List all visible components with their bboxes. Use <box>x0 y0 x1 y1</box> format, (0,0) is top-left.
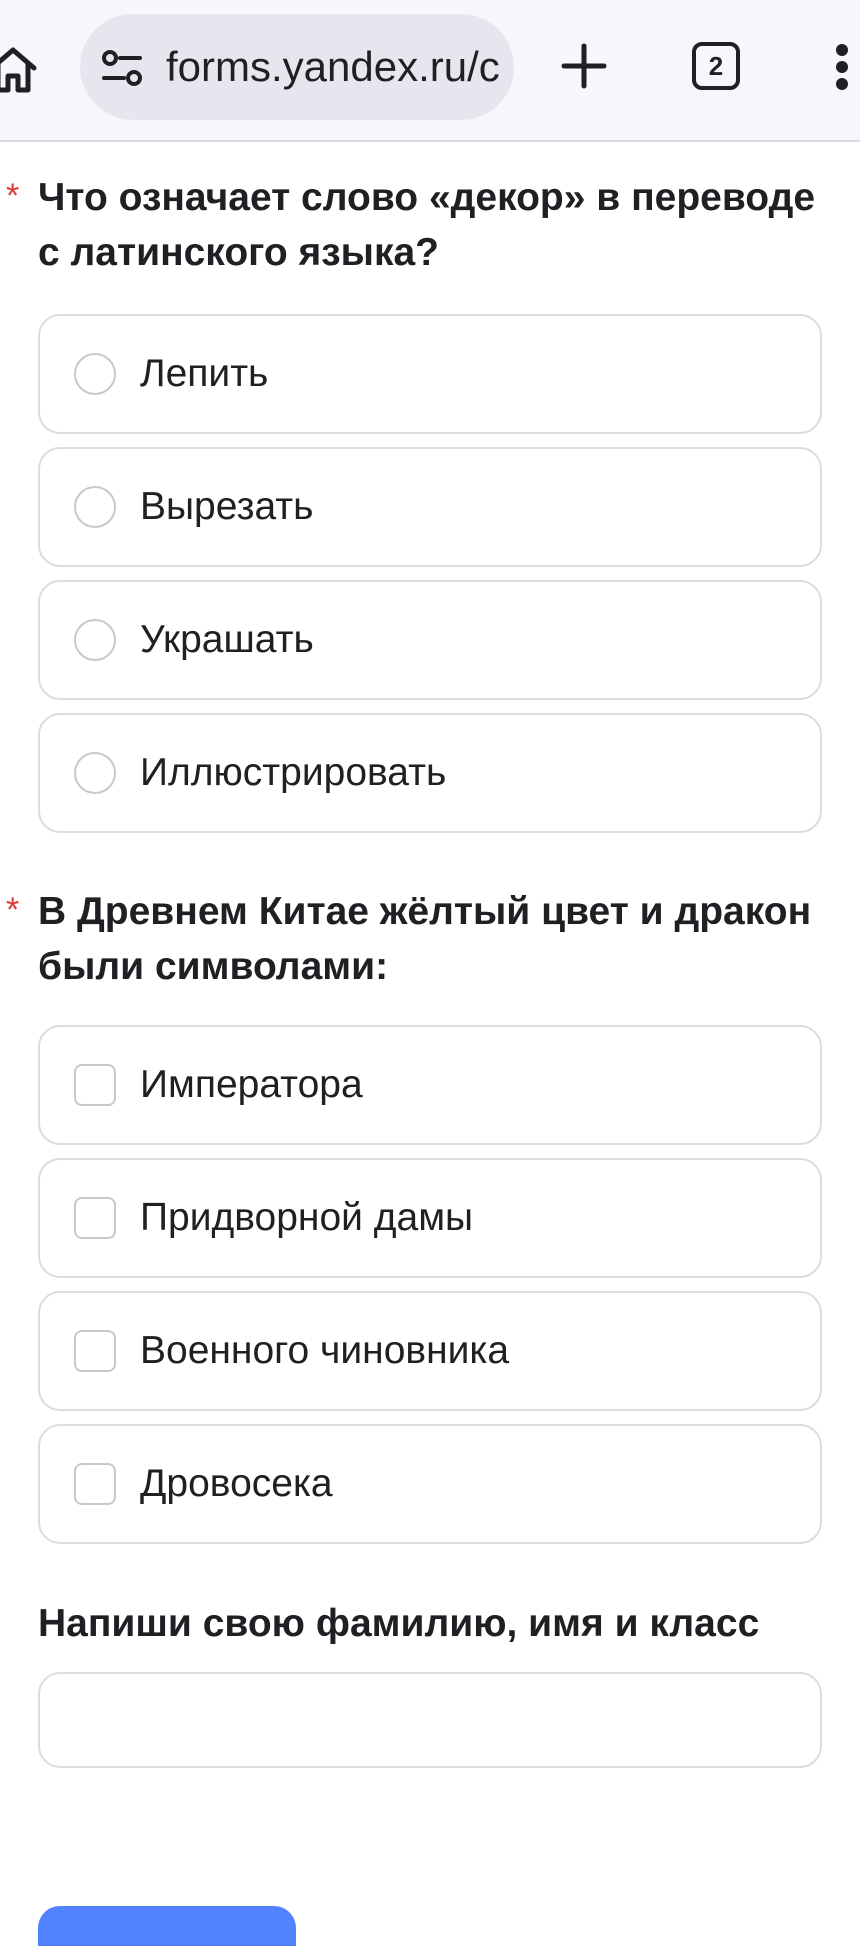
question-title: Напиши свою фамилию, имя и класс <box>38 1602 760 1645</box>
option-label[interactable]: Лепить <box>140 316 268 432</box>
checkbox-option[interactable]: Дровосека <box>38 1424 822 1544</box>
checkbox[interactable] <box>74 1197 116 1239</box>
url-text[interactable]: forms.yandex.ru/c <box>166 14 506 120</box>
required-asterisk: * <box>6 891 20 929</box>
checkbox-option[interactable]: Придворной дамы <box>38 1158 822 1278</box>
radio-button[interactable] <box>74 353 116 395</box>
checkbox-option[interactable]: Военного чиновника <box>38 1291 822 1411</box>
radio-option[interactable]: Лепить <box>38 314 822 434</box>
question-title: В Древнем Китае жёлтый цвет и дракон был… <box>38 890 812 988</box>
option-label[interactable]: Придворной дамы <box>140 1160 473 1276</box>
browser-toolbar: forms.yandex.ru/c 2 <box>0 0 860 142</box>
checkbox[interactable] <box>74 1330 116 1372</box>
submit-button[interactable] <box>38 1906 296 1946</box>
tab-switcher-button[interactable]: 2 <box>692 42 740 90</box>
option-label[interactable]: Дровосека <box>140 1426 333 1542</box>
checkbox[interactable] <box>74 1463 116 1505</box>
checkbox-option[interactable]: Императора <box>38 1025 822 1145</box>
radio-option[interactable]: Иллюстрировать <box>38 713 822 833</box>
plus-icon[interactable] <box>560 42 608 90</box>
option-label[interactable]: Военного чиновника <box>140 1293 509 1409</box>
question-title: Что означает слово «декор» в переводе с … <box>38 176 816 274</box>
option-label[interactable]: Украшать <box>140 582 314 698</box>
option-label[interactable]: Вырезать <box>140 449 313 565</box>
required-asterisk: * <box>6 177 20 215</box>
option-label[interactable]: Императора <box>140 1027 363 1143</box>
radio-button[interactable] <box>74 752 116 794</box>
checkbox[interactable] <box>74 1064 116 1106</box>
name-class-input[interactable] <box>38 1672 822 1768</box>
tune-icon[interactable] <box>100 48 144 88</box>
radio-option[interactable]: Украшать <box>38 580 822 700</box>
radio-option[interactable]: Вырезать <box>38 447 822 567</box>
address-bar[interactable]: forms.yandex.ru/c <box>80 14 514 120</box>
more-vert-icon[interactable] <box>836 44 850 90</box>
option-label[interactable]: Иллюстрировать <box>140 715 446 831</box>
radio-button[interactable] <box>74 486 116 528</box>
radio-button[interactable] <box>74 619 116 661</box>
home-icon[interactable] <box>0 42 40 96</box>
